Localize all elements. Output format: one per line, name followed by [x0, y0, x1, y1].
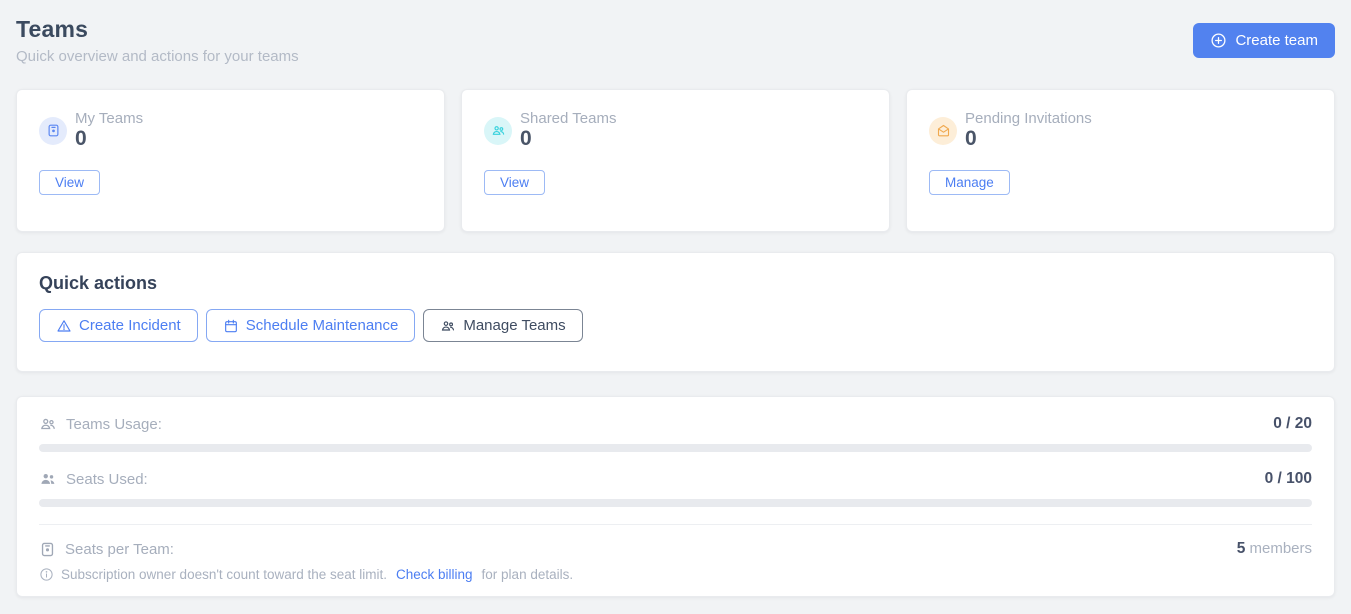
manage-invitations-button[interactable]: Manage [929, 170, 1010, 195]
stat-card-my-teams: My Teams 0 View [16, 89, 445, 232]
warning-icon [56, 318, 72, 334]
seats-used-progressbar [39, 499, 1312, 507]
create-team-button[interactable]: Create team [1193, 23, 1335, 58]
teams-usage-label: Teams Usage: [66, 416, 162, 433]
mail-open-icon [929, 117, 957, 145]
teams-usage-progressbar [39, 444, 1312, 452]
usage-card: Teams Usage: 0 / 20 Seats Used: 0 / 100 [16, 396, 1335, 597]
teams-usage-label-wrap: Teams Usage: [39, 415, 162, 433]
stat-card-pending-invitations: Pending Invitations 0 Manage [906, 89, 1335, 232]
check-billing-link[interactable]: Check billing [396, 567, 473, 582]
quick-actions-buttons: Create Incident Schedule Maintenance Man… [39, 309, 1312, 342]
seats-per-team-label-wrap: Seats per Team: [39, 541, 174, 558]
page-title: Teams [16, 16, 299, 43]
badge-icon [39, 117, 67, 145]
group-outline-icon [39, 415, 57, 433]
stat-value: 0 [75, 127, 143, 151]
seats-per-team-row: Seats per Team: 5 members [39, 540, 1312, 558]
stat-label: Shared Teams [520, 110, 616, 127]
group-icon [440, 318, 456, 334]
calendar-icon [223, 318, 239, 334]
stats-row: My Teams 0 View Shared Teams 0 View [16, 89, 1335, 232]
stat-card-text: Shared Teams 0 [520, 110, 616, 151]
stat-value: 0 [965, 127, 1092, 151]
schedule-maintenance-button[interactable]: Schedule Maintenance [206, 309, 416, 342]
stat-value: 0 [520, 127, 616, 151]
create-team-label: Create team [1235, 32, 1318, 49]
stat-card-top: Shared Teams 0 [484, 110, 867, 151]
quick-actions-card: Quick actions Create Incident Schedule M… [16, 252, 1335, 372]
stat-card-top: Pending Invitations 0 [929, 110, 1312, 151]
badge-icon [39, 541, 56, 558]
view-my-teams-button[interactable]: View [39, 170, 100, 195]
stat-card-text: My Teams 0 [75, 110, 143, 151]
quick-actions-title: Quick actions [39, 273, 1312, 294]
note-text: Subscription owner doesn't count toward … [61, 567, 387, 582]
seats-per-team-value-wrap: 5 members [1237, 540, 1312, 558]
schedule-maintenance-label: Schedule Maintenance [246, 317, 399, 334]
page-subtitle: Quick overview and actions for your team… [16, 48, 299, 65]
people-filled-icon [39, 470, 57, 488]
teams-usage-row: Teams Usage: 0 / 20 [39, 415, 1312, 433]
seats-per-team-suffix: members [1245, 540, 1312, 557]
manage-teams-button[interactable]: Manage Teams [423, 309, 582, 342]
note-suffix: for plan details. [482, 567, 574, 582]
create-incident-button[interactable]: Create Incident [39, 309, 198, 342]
manage-teams-label: Manage Teams [463, 317, 565, 334]
view-shared-teams-button[interactable]: View [484, 170, 545, 195]
seats-used-value: 0 / 100 [1265, 470, 1312, 488]
info-icon [39, 567, 54, 582]
stat-card-shared-teams: Shared Teams 0 View [461, 89, 890, 232]
usage-divider [39, 524, 1312, 525]
page-header: Teams Quick overview and actions for you… [16, 16, 1335, 65]
seat-limit-note: Subscription owner doesn't count toward … [39, 567, 1312, 582]
stat-label: My Teams [75, 110, 143, 127]
teams-usage-value: 0 / 20 [1273, 415, 1312, 433]
group-icon [484, 117, 512, 145]
seats-per-team-label: Seats per Team: [65, 541, 174, 558]
create-incident-label: Create Incident [79, 317, 181, 334]
seats-used-label: Seats Used: [66, 471, 148, 488]
stat-card-text: Pending Invitations 0 [965, 110, 1092, 151]
page-header-text: Teams Quick overview and actions for you… [16, 16, 299, 65]
stat-label: Pending Invitations [965, 110, 1092, 127]
plus-circle-icon [1210, 32, 1227, 49]
teams-page: Teams Quick overview and actions for you… [0, 0, 1351, 614]
stat-card-top: My Teams 0 [39, 110, 422, 151]
seats-used-row: Seats Used: 0 / 100 [39, 470, 1312, 488]
seats-used-label-wrap: Seats Used: [39, 470, 148, 488]
